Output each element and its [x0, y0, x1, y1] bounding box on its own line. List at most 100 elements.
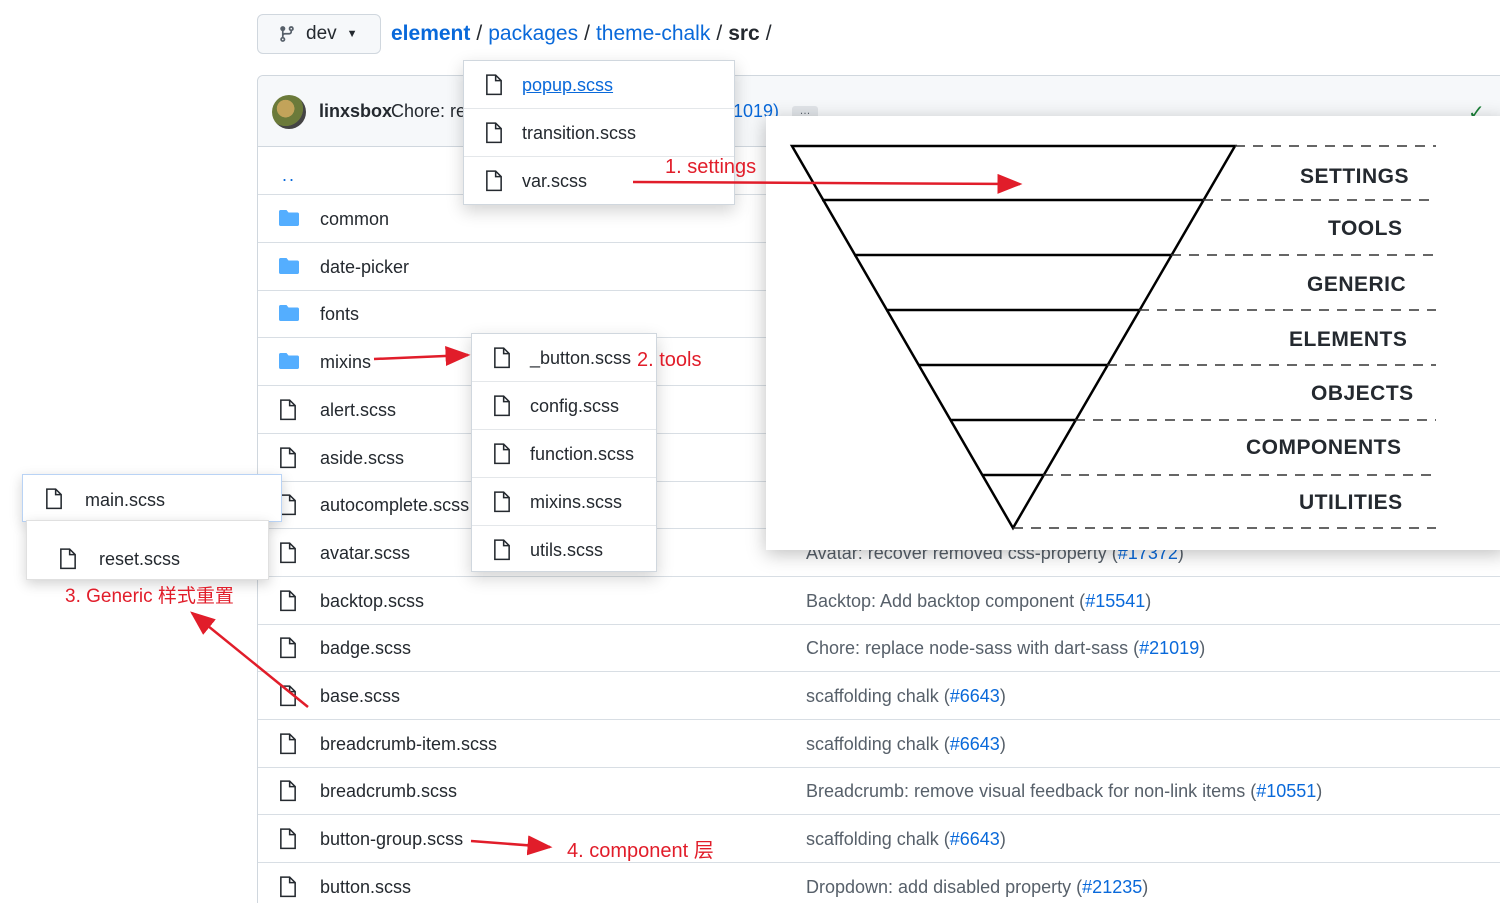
commit-text-end: )	[1145, 590, 1152, 611]
commit-message[interactable]: scaffolding chalk (#6643)	[806, 686, 1006, 707]
file-icon	[278, 542, 300, 564]
popup-file-item[interactable]: config.scss	[472, 382, 656, 430]
popup-file-name[interactable]: config.scss	[530, 396, 619, 417]
breadcrumb-separator: /	[476, 22, 483, 45]
popup-file-item[interactable]: utils.scss	[472, 526, 656, 574]
settings-files-popup: popup.scss transition.scss var.scss	[463, 60, 735, 205]
file-name-link[interactable]: common	[320, 209, 389, 230]
commit-text-end: )	[999, 733, 1006, 754]
commit-message[interactable]: Chore: replace node-sass with dart-sass …	[806, 638, 1205, 659]
file-icon	[278, 733, 300, 755]
pr-link[interactable]: #21235	[1082, 877, 1142, 897]
file-icon	[278, 876, 300, 898]
file-name-link[interactable]: badge.scss	[320, 638, 411, 659]
file-name-link[interactable]: fonts	[320, 304, 359, 325]
table-row[interactable]: button.scss Dropdown: add disabled proper…	[258, 863, 1500, 903]
pr-link[interactable]: #6643	[950, 829, 1000, 849]
generic-reset-popup: reset.scss	[26, 520, 269, 580]
pr-link[interactable]: #10551	[1256, 781, 1316, 801]
file-icon	[484, 122, 504, 144]
commit-text-end: )	[1199, 638, 1206, 659]
popup-file-item[interactable]: popup.scss	[464, 61, 734, 109]
commit-text-end: )	[999, 686, 1006, 706]
branch-select-button[interactable]: dev ▼	[257, 14, 381, 54]
file-icon	[492, 443, 512, 465]
folder-icon	[278, 256, 300, 278]
pyramid-level-utilities: UTILITIES	[1299, 491, 1403, 514]
breadcrumb-separator: /	[765, 22, 772, 45]
commit-text: scaffolding chalk (	[806, 829, 950, 850]
parent-dir-link[interactable]: ..	[282, 165, 296, 186]
popup-file-name[interactable]: popup.scss	[522, 75, 613, 96]
commit-text: Chore: replace node-sass with dart-sass …	[806, 638, 1140, 659]
file-icon	[278, 780, 300, 802]
pr-link[interactable]: #6643	[950, 734, 1000, 754]
annotation-component: 4. component 层	[567, 840, 714, 862]
popup-file-item[interactable]: _button.scss	[472, 334, 656, 382]
commit-message[interactable]: Backtop: Add backtop component (#15541)	[806, 591, 1151, 612]
popup-file-name[interactable]: utils.scss	[530, 540, 603, 561]
file-name-link[interactable]: date-picker	[320, 257, 409, 278]
file-name-link[interactable]: button-group.scss	[320, 829, 463, 850]
file-name-link[interactable]: aside.scss	[320, 448, 404, 469]
commit-message[interactable]: scaffolding chalk (#6643)	[806, 829, 1006, 850]
breadcrumb-separator: /	[716, 22, 723, 45]
file-name-link[interactable]: mixins	[320, 352, 371, 373]
file-name-main[interactable]: main.scss	[85, 490, 165, 511]
pr-link[interactable]: #21019	[1139, 638, 1199, 658]
annotation-generic: 3. Generic 样式重置	[65, 586, 234, 607]
file-name-link[interactable]: alert.scss	[320, 400, 396, 421]
commit-text: Breadcrumb: remove visual feedback for n…	[806, 781, 1257, 802]
git-branch-icon	[280, 26, 294, 42]
pyramid-level-elements: ELEMENTS	[1289, 328, 1408, 351]
commit-message[interactable]: scaffolding chalk (#6643)	[806, 734, 1006, 755]
commit-author[interactable]: linxsbox	[319, 101, 392, 122]
itcss-pyramid-diagram: SETTINGS TOOLS GENERIC ELEMENTS OBJECTS …	[766, 116, 1500, 550]
file-name-link[interactable]: base.scss	[320, 686, 400, 707]
table-row[interactable]: backtop.scss Backtop: Add backtop compone…	[258, 577, 1500, 625]
popup-file-name[interactable]: mixins.scss	[530, 492, 622, 513]
commit-text: scaffolding chalk (	[806, 733, 950, 754]
table-row[interactable]: button-group.scss scaffolding chalk (#664…	[258, 815, 1500, 864]
popup-file-item[interactable]: transition.scss	[464, 109, 734, 157]
breadcrumb-packages-link[interactable]: packages	[488, 22, 578, 46]
avatar[interactable]	[272, 95, 306, 129]
popup-file-name[interactable]: function.scss	[530, 444, 634, 465]
commit-message[interactable]: Chore: re	[391, 101, 466, 122]
commit-text: Dropdown: add disabled property (	[806, 876, 1083, 897]
file-icon	[278, 589, 300, 612]
breadcrumb-theme-chalk-link[interactable]: theme-chalk	[596, 22, 710, 46]
file-name-link[interactable]: breadcrumb-item.scss	[320, 734, 497, 755]
branch-name: dev	[306, 23, 337, 44]
file-name-link[interactable]: autocomplete.scss	[320, 495, 469, 516]
file-name-reset[interactable]: reset.scss	[99, 549, 180, 570]
file-name-link[interactable]: backtop.scss	[320, 591, 424, 612]
pyramid-level-tools: TOOLS	[1328, 217, 1403, 240]
pr-link[interactable]: #15541	[1085, 591, 1145, 611]
commit-text-end: )	[1142, 876, 1149, 897]
table-row[interactable]: badge.scss Chore: replace node-sass with …	[258, 624, 1500, 673]
popup-file-item[interactable]: mixins.scss	[472, 478, 656, 526]
file-name-link[interactable]: button.scss	[320, 877, 411, 898]
table-row[interactable]: base.scss scaffolding chalk (#6643)	[258, 672, 1500, 720]
file-icon	[492, 395, 512, 417]
commit-text: scaffolding chalk (	[806, 686, 950, 706]
commit-text-end: )	[999, 829, 1006, 850]
commit-message[interactable]: Breadcrumb: remove visual feedback for n…	[806, 781, 1322, 802]
table-row[interactable]: breadcrumb-item.scss scaffolding chalk (#…	[258, 720, 1500, 768]
commit-message[interactable]: Dropdown: add disabled property (#21235)	[806, 877, 1148, 898]
table-row[interactable]: breadcrumb.scss Breadcrumb: remove visual…	[258, 767, 1500, 816]
file-name-link[interactable]: avatar.scss	[320, 543, 410, 564]
generic-main-popup: main.scss	[22, 474, 282, 522]
breadcrumb-repo-link[interactable]: element	[391, 22, 470, 46]
breadcrumb-separator: /	[584, 22, 590, 45]
popup-file-item[interactable]: function.scss	[472, 430, 656, 478]
breadcrumb: element / packages / theme-chalk / src /	[391, 22, 778, 46]
popup-file-name[interactable]: transition.scss	[522, 123, 636, 144]
pr-link[interactable]: #6643	[950, 686, 1000, 706]
popup-file-name[interactable]: _button.scss	[530, 348, 631, 369]
file-name-link[interactable]: breadcrumb.scss	[320, 781, 457, 802]
file-icon	[60, 548, 76, 570]
popup-file-name[interactable]: var.scss	[522, 171, 587, 192]
breadcrumb-current: src	[728, 22, 760, 45]
